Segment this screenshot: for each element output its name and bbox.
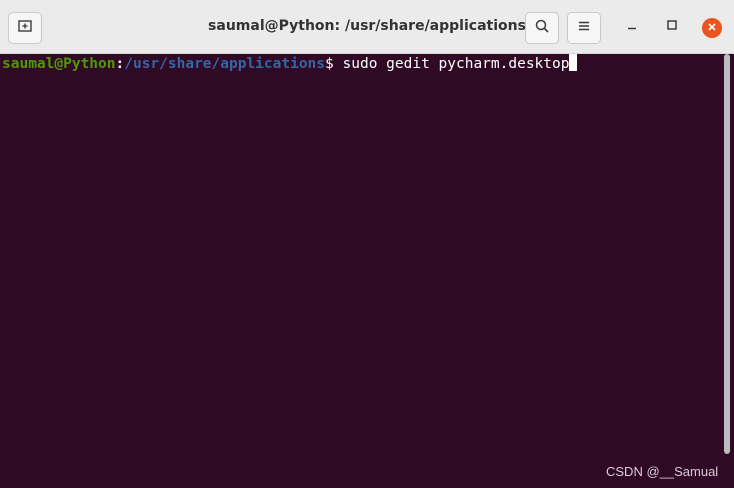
terminal-output[interactable]: saumal@Python:/usr/share/applications$ s… (0, 54, 734, 488)
search-button[interactable] (525, 12, 559, 44)
prompt-user: saumal@Python (2, 56, 116, 72)
text-cursor (569, 54, 578, 71)
close-icon (707, 19, 717, 37)
terminal-window: saumal@Python: /usr/share/applications s… (0, 0, 734, 488)
watermark: CSDN @__Samual (606, 464, 719, 479)
maximize-button[interactable] (662, 17, 682, 37)
prompt-symbol: $ (325, 56, 343, 72)
search-icon (534, 18, 550, 39)
command-line: saumal@Python:/usr/share/applications$ s… (2, 54, 578, 72)
minimize-icon (626, 18, 638, 36)
minimize-button[interactable] (622, 17, 642, 37)
vertical-scrollbar[interactable] (724, 54, 730, 454)
close-button[interactable] (702, 18, 722, 38)
maximize-icon (666, 18, 678, 36)
menu-button[interactable] (567, 12, 601, 44)
prompt-colon: : (115, 56, 125, 72)
prompt-path: /usr/share/applications (124, 56, 326, 72)
title-bar: saumal@Python: /usr/share/applications (0, 0, 734, 54)
hamburger-menu-icon (576, 18, 592, 39)
typed-command: sudo gedit pycharm.desktop (342, 56, 570, 72)
